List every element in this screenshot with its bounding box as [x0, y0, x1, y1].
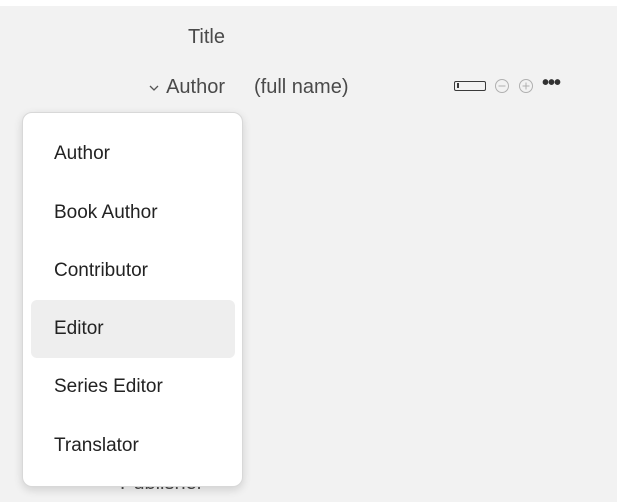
creator-name-field[interactable]: (full name) [254, 76, 348, 99]
creator-type-dropdown[interactable]: Author [149, 76, 225, 99]
menu-item-label: Translator [54, 435, 139, 456]
creator-type-label: Author [166, 76, 225, 98]
field-mode-icon[interactable] [454, 81, 486, 91]
menu-item-editor[interactable]: Editor [31, 300, 235, 358]
plus-circle-icon[interactable] [518, 78, 534, 94]
menu-item-contributor[interactable]: Contributor [31, 242, 235, 300]
title-field-label: Title [187, 26, 225, 48]
menu-item-label: Contributor [54, 260, 148, 281]
minus-circle-icon[interactable] [494, 78, 510, 94]
menu-item-translator[interactable]: Translator [31, 417, 235, 475]
menu-item-author[interactable]: Author [31, 125, 235, 183]
menu-item-label: Editor [54, 318, 104, 339]
top-strip [0, 0, 617, 6]
creator-row: Author (full name) ••• [0, 73, 617, 106]
menu-item-series-editor[interactable]: Series Editor [31, 358, 235, 416]
creator-type-menu: Author Book Author Contributor Editor Se… [22, 112, 243, 487]
menu-item-label: Author [54, 143, 110, 164]
creator-actions: ••• [454, 73, 561, 94]
menu-item-label: Book Author [54, 202, 158, 223]
more-options-icon[interactable]: ••• [542, 73, 561, 93]
menu-item-label: Series Editor [54, 376, 163, 397]
menu-item-book-author[interactable]: Book Author [31, 184, 235, 242]
chevron-down-icon [149, 85, 159, 91]
